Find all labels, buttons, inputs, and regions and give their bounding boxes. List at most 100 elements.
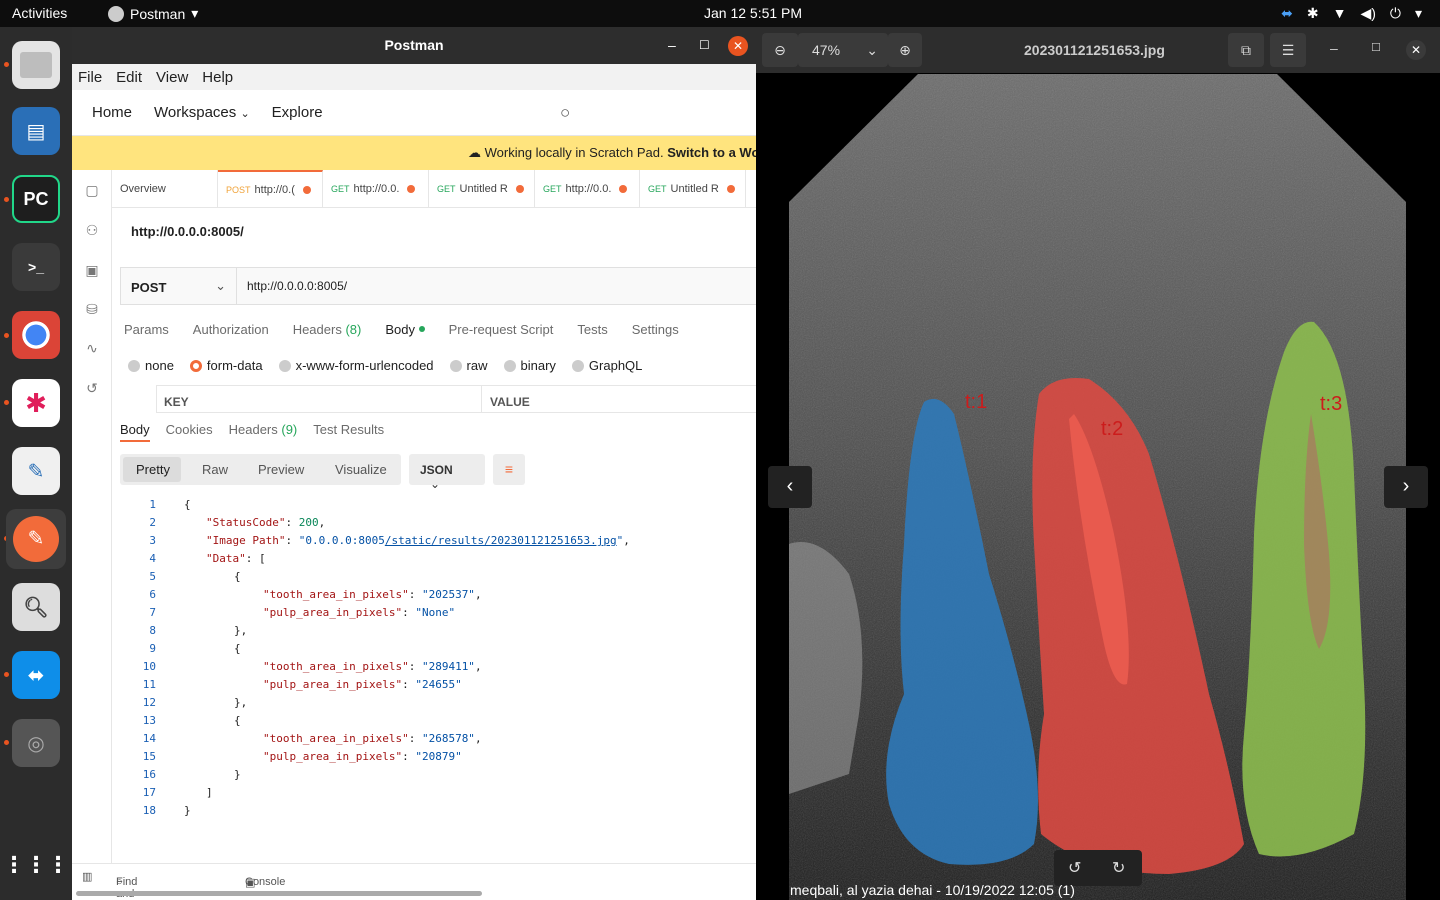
minimize-icon[interactable]: –	[1330, 40, 1338, 56]
tab-request[interactable]: GET Untitled R	[640, 170, 746, 208]
slideshow-icon[interactable]: ⧉	[1228, 33, 1264, 67]
wifi-icon[interactable]: ▼	[1333, 5, 1347, 22]
clock[interactable]: Jan 12 5:51 PM	[704, 5, 802, 21]
tab-test-results[interactable]: Test Results	[313, 422, 384, 442]
sidebar-toggle-icon[interactable]: ▥	[82, 870, 92, 883]
collections-icon[interactable]: ▢	[84, 182, 100, 198]
environments-icon[interactable]: ▣	[84, 262, 100, 278]
text-editor-icon[interactable]: ✎	[12, 447, 60, 495]
activities-button[interactable]: Activities	[12, 5, 67, 21]
zoom-in-icon[interactable]: ⊕	[888, 33, 922, 67]
view-preview[interactable]: Preview	[258, 462, 304, 477]
top-navigation: Home Workspaces ⌄ Explore ○	[72, 90, 756, 136]
slack-icon[interactable]: ✱	[12, 379, 60, 427]
json-string: "202537"	[421, 588, 475, 601]
teamviewer-tray-icon[interactable]: ⬌	[1281, 5, 1293, 22]
nav-explore[interactable]: Explore	[272, 104, 323, 121]
code-line: 3 "Image Path": "0.0.0.0:8005/static/resu…	[120, 532, 750, 550]
viewer-headerbar: ⊖ 47% ⌄ ⊕ 202301121251653.jpg ⧉ ☰ – ☐ ✕	[756, 27, 1440, 73]
rotate-left-icon[interactable]: ↺	[1068, 858, 1081, 878]
zoom-out-icon[interactable]: ⊖	[762, 33, 798, 67]
response-json-viewer[interactable]: 1{ 2 "StatusCode": 200, 3 "Image Path": "0…	[120, 496, 750, 820]
unsaved-dot-icon	[619, 185, 628, 193]
image-search-icon[interactable]: 🔍︎	[12, 583, 60, 631]
system-tray[interactable]: ⬌ ✱ ▼ ◀) ⏻ ▾	[1281, 5, 1422, 22]
response-headers-count: (9)	[281, 422, 298, 437]
nav-workspaces[interactable]: Workspaces ⌄	[154, 104, 250, 121]
horizontal-scrollbar[interactable]	[76, 891, 482, 896]
tab-params[interactable]: Params	[124, 322, 169, 337]
tab-pre-request-script[interactable]: Pre-request Script	[449, 322, 554, 337]
view-pretty[interactable]: Pretty	[136, 462, 170, 477]
minimize-icon[interactable]: –	[668, 27, 676, 64]
line-number: 14	[142, 732, 156, 745]
url-input[interactable]: http://0.0.0.0:8005/	[247, 279, 347, 293]
close-icon[interactable]: ✕	[1406, 40, 1426, 60]
tab-response-headers[interactable]: Headers (9)	[229, 422, 298, 442]
tab-settings[interactable]: Settings	[632, 322, 679, 337]
pycharm-icon[interactable]: PC	[12, 175, 60, 223]
method-select[interactable]: POST ⌄	[121, 268, 237, 304]
menu-file[interactable]: File	[78, 69, 102, 86]
apis-icon[interactable]: ⚇	[84, 222, 100, 238]
tab-headers[interactable]: Headers (8)	[293, 322, 362, 337]
menu-edit[interactable]: Edit	[116, 69, 142, 86]
image-path-link[interactable]: /static/results/202301121251653.jpg	[385, 534, 617, 547]
image-viewer-icon[interactable]: ▤	[12, 107, 60, 155]
postman-dock-icon[interactable]: ✎	[6, 509, 66, 569]
mock-servers-icon[interactable]: ⛁	[84, 301, 100, 317]
radio-urlencoded[interactable]: x-www-form-urlencoded	[278, 358, 434, 373]
teamviewer-icon[interactable]: ⬌	[12, 651, 60, 699]
nav-home[interactable]: Home	[92, 104, 132, 121]
files-icon[interactable]	[12, 41, 60, 89]
radio-none[interactable]: none	[128, 358, 174, 373]
monitors-icon[interactable]: ∿	[84, 340, 100, 356]
radio-form-data[interactable]: form-data	[189, 358, 263, 373]
tab-tests[interactable]: Tests	[577, 322, 607, 337]
tab-request[interactable]: POST http://0.(	[218, 170, 323, 208]
menu-view[interactable]: View	[156, 69, 188, 86]
radio-none-label: none	[145, 358, 174, 373]
radio-graphql[interactable]: GraphQL	[571, 358, 642, 373]
request-name[interactable]: http://0.0.0.0:8005/	[131, 224, 244, 239]
search-icon[interactable]: ○	[560, 103, 570, 123]
view-visualize[interactable]: Visualize	[335, 462, 387, 477]
radio-raw[interactable]: raw	[449, 358, 488, 373]
zoom-select[interactable]: 47% ⌄	[798, 33, 888, 67]
power-icon[interactable]: ⏻	[1390, 5, 1401, 22]
menu-help[interactable]: Help	[202, 69, 233, 86]
tab-authorization[interactable]: Authorization	[193, 322, 269, 337]
tab-request[interactable]: GET http://0.0.	[323, 170, 429, 208]
tab-cookies[interactable]: Cookies	[166, 422, 213, 442]
volume-icon[interactable]: ◀)	[1360, 5, 1375, 22]
view-raw[interactable]: Raw	[202, 462, 228, 477]
terminal-icon[interactable]: >_	[12, 243, 60, 291]
hamburger-menu-icon[interactable]: ☰	[1270, 33, 1306, 67]
menu-bar: File Edit View Help	[72, 64, 756, 90]
maximize-icon[interactable]: ☐	[699, 27, 710, 64]
wrap-lines-icon[interactable]: ≡	[493, 454, 525, 485]
radio-urlencoded-label: x-www-form-urlencoded	[295, 358, 434, 373]
tab-body[interactable]: Body	[385, 322, 425, 337]
format-select[interactable]: JSON ⌄	[409, 454, 485, 491]
switch-workspace-link[interactable]: Switch to a Wo	[667, 145, 756, 160]
tab-request[interactable]: GET http://0.0.	[535, 170, 640, 208]
rotate-right-icon[interactable]: ↻	[1112, 858, 1125, 878]
app-menu[interactable]: Postman ▾	[108, 5, 198, 22]
chrome-icon[interactable]	[12, 311, 60, 359]
code-line: 5{	[120, 568, 750, 586]
maximize-icon[interactable]: ☐	[1371, 41, 1381, 54]
tab-overview[interactable]: Overview	[112, 170, 218, 208]
caret-down-icon[interactable]: ▾	[1415, 5, 1422, 22]
slack-tray-icon[interactable]: ✱	[1307, 5, 1319, 22]
previous-image-button[interactable]: ‹	[768, 466, 812, 508]
next-image-button[interactable]: ›	[1384, 466, 1428, 508]
tab-request[interactable]: GET Untitled R	[429, 170, 535, 208]
tab-response-body[interactable]: Body	[120, 422, 150, 442]
close-icon[interactable]: ✕	[728, 36, 748, 56]
history-icon[interactable]: ↺	[84, 380, 100, 396]
disc-icon[interactable]: ◎	[12, 719, 60, 767]
show-apps-icon[interactable]: ⋮⋮⋮	[3, 841, 69, 889]
response-tabs: Body Cookies Headers (9) Test Results	[120, 422, 384, 442]
radio-binary[interactable]: binary	[503, 358, 556, 373]
